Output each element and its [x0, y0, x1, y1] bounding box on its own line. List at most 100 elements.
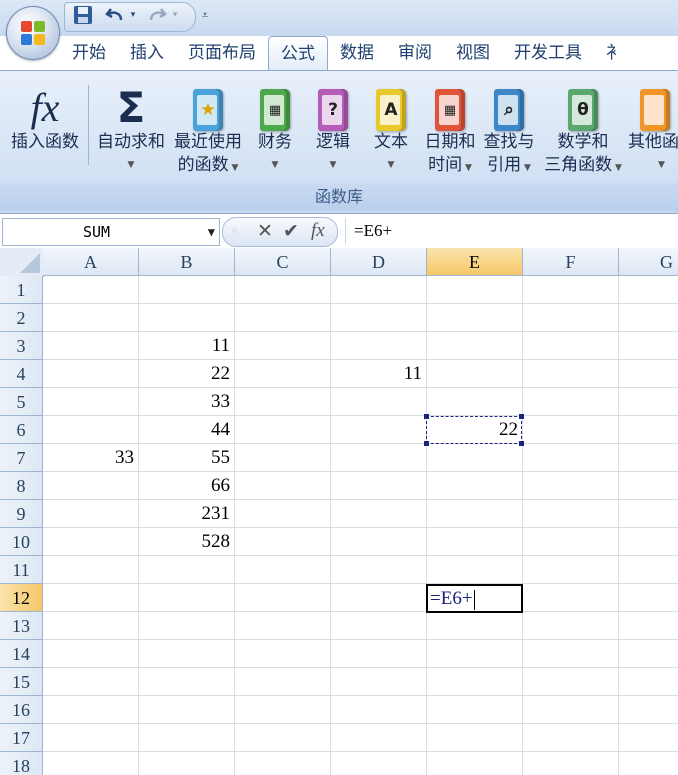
- cell-b2[interactable]: [139, 304, 235, 332]
- undo-icon[interactable]: [104, 4, 126, 26]
- more-functions-button[interactable]: 其他函 ▼: [628, 75, 678, 177]
- tab-home[interactable]: 开始: [60, 36, 118, 70]
- insert-function-icon[interactable]: fx: [311, 220, 325, 242]
- cell-g9[interactable]: [619, 500, 678, 528]
- cell-e13[interactable]: [427, 612, 523, 640]
- redo-icon[interactable]: [146, 4, 168, 26]
- cell-b18[interactable]: [139, 752, 235, 775]
- row-header-14[interactable]: 14: [0, 640, 43, 668]
- cell-c15[interactable]: [235, 668, 331, 696]
- cell-f12[interactable]: [523, 584, 619, 612]
- cell-e18[interactable]: [427, 752, 523, 775]
- tab-insert[interactable]: 插入: [118, 36, 176, 70]
- name-box[interactable]: SUM ▼: [2, 218, 220, 246]
- cell-b14[interactable]: [139, 640, 235, 668]
- cell-a15[interactable]: [43, 668, 139, 696]
- cell-d17[interactable]: [331, 724, 427, 752]
- cell-c12[interactable]: [235, 584, 331, 612]
- column-header-c[interactable]: C: [235, 248, 331, 276]
- cell-e8[interactable]: [427, 472, 523, 500]
- marquee-handle[interactable]: [424, 441, 429, 446]
- row-header-4[interactable]: 4: [0, 360, 43, 388]
- cell-f13[interactable]: [523, 612, 619, 640]
- cell-d8[interactable]: [331, 472, 427, 500]
- cell-g2[interactable]: [619, 304, 678, 332]
- row-header-13[interactable]: 13: [0, 612, 43, 640]
- cell-c6[interactable]: [235, 416, 331, 444]
- cell-c18[interactable]: [235, 752, 331, 775]
- column-header-a[interactable]: A: [43, 248, 139, 276]
- column-header-d[interactable]: D: [331, 248, 427, 276]
- cell-c11[interactable]: [235, 556, 331, 584]
- cell-d14[interactable]: [331, 640, 427, 668]
- cell-b4[interactable]: 22: [139, 360, 235, 388]
- cell-b16[interactable]: [139, 696, 235, 724]
- text-button[interactable]: A 文本 ▼: [366, 75, 416, 177]
- cell-f4[interactable]: [523, 360, 619, 388]
- cell-a10[interactable]: [43, 528, 139, 556]
- column-header-b[interactable]: B: [139, 248, 235, 276]
- cell-c8[interactable]: [235, 472, 331, 500]
- marquee-handle[interactable]: [519, 414, 524, 419]
- cell-c16[interactable]: [235, 696, 331, 724]
- enter-check-icon[interactable]: ✔: [283, 220, 299, 242]
- cell-a8[interactable]: [43, 472, 139, 500]
- insert-function-button[interactable]: fx 插入函数: [4, 75, 86, 154]
- cell-c1[interactable]: [235, 276, 331, 304]
- cell-d7[interactable]: [331, 444, 427, 472]
- tab-review[interactable]: 审阅: [386, 36, 444, 70]
- cell-e7[interactable]: [427, 444, 523, 472]
- datetime-button[interactable]: ▦ 日期和 时间 ▼: [422, 75, 478, 180]
- lookup-button[interactable]: ⌕ 查找与 引用 ▼: [480, 75, 538, 180]
- cell-d9[interactable]: [331, 500, 427, 528]
- row-header-2[interactable]: 2: [0, 304, 43, 332]
- cell-c5[interactable]: [235, 388, 331, 416]
- cell-c17[interactable]: [235, 724, 331, 752]
- cell-a1[interactable]: [43, 276, 139, 304]
- cell-d12[interactable]: [331, 584, 427, 612]
- cell-g3[interactable]: [619, 332, 678, 360]
- cell-a14[interactable]: [43, 640, 139, 668]
- cell-a18[interactable]: [43, 752, 139, 775]
- cell-a2[interactable]: [43, 304, 139, 332]
- row-header-6[interactable]: 6: [0, 416, 43, 444]
- cell-a17[interactable]: [43, 724, 139, 752]
- cell-a7[interactable]: 33: [43, 444, 139, 472]
- office-button[interactable]: [6, 6, 60, 60]
- row-header-1[interactable]: 1: [0, 276, 43, 304]
- cell-g6[interactable]: [619, 416, 678, 444]
- cell-g18[interactable]: [619, 752, 678, 775]
- cell-d16[interactable]: [331, 696, 427, 724]
- cell-f1[interactable]: [523, 276, 619, 304]
- cell-f14[interactable]: [523, 640, 619, 668]
- row-header-9[interactable]: 9: [0, 500, 43, 528]
- cell-a4[interactable]: [43, 360, 139, 388]
- cancel-icon[interactable]: ✕: [257, 220, 273, 242]
- customize-icon[interactable]: ⩡: [198, 4, 212, 26]
- cell-g4[interactable]: [619, 360, 678, 388]
- cell-a3[interactable]: [43, 332, 139, 360]
- financial-button[interactable]: ▦ 财务 ▼: [250, 75, 300, 177]
- cell-f8[interactable]: [523, 472, 619, 500]
- row-header-18[interactable]: 18: [0, 752, 43, 775]
- cell-b10[interactable]: 528: [139, 528, 235, 556]
- cell-f18[interactable]: [523, 752, 619, 775]
- cell-f16[interactable]: [523, 696, 619, 724]
- cell-g12[interactable]: [619, 584, 678, 612]
- cell-c9[interactable]: [235, 500, 331, 528]
- cell-b12[interactable]: [139, 584, 235, 612]
- cell-e3[interactable]: [427, 332, 523, 360]
- math-trig-button[interactable]: θ 数学和 三角函数 ▼: [540, 75, 626, 180]
- cell-d5[interactable]: [331, 388, 427, 416]
- cell-c4[interactable]: [235, 360, 331, 388]
- tab-more[interactable]: 衤: [594, 36, 635, 70]
- autosum-button[interactable]: Σ 自动求和 ▼: [92, 75, 170, 177]
- cell-g10[interactable]: [619, 528, 678, 556]
- undo-dropdown-icon[interactable]: ▾: [128, 4, 138, 26]
- cell-b8[interactable]: 66: [139, 472, 235, 500]
- cell-d2[interactable]: [331, 304, 427, 332]
- cell-c10[interactable]: [235, 528, 331, 556]
- cell-g17[interactable]: [619, 724, 678, 752]
- row-header-12[interactable]: 12: [0, 584, 43, 612]
- select-all-button[interactable]: [0, 248, 44, 277]
